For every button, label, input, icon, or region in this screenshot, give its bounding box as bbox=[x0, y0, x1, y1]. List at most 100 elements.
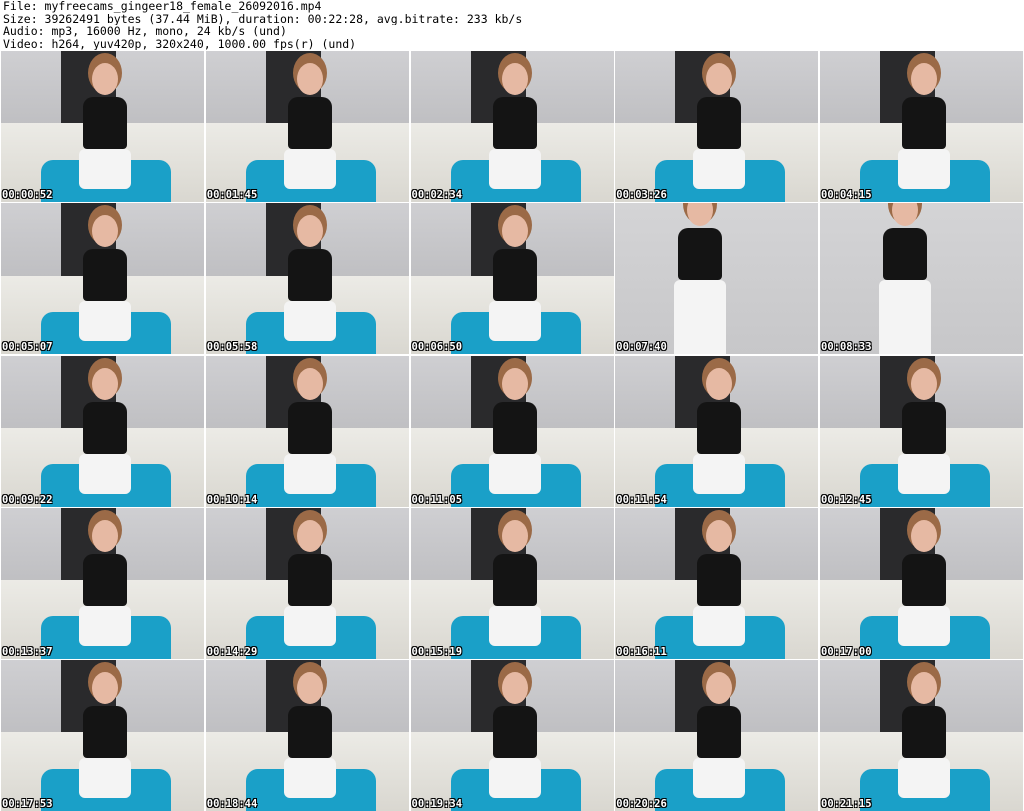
person-head bbox=[892, 203, 918, 227]
person-legs bbox=[79, 453, 131, 494]
person-legs bbox=[79, 758, 131, 799]
person-head bbox=[92, 519, 118, 552]
video-thumbnail: 00:15:19 bbox=[410, 507, 614, 659]
person-torso bbox=[83, 401, 127, 454]
person-head bbox=[92, 367, 118, 400]
person-torso bbox=[697, 401, 742, 454]
frame-person bbox=[283, 63, 336, 199]
person-head bbox=[296, 215, 323, 248]
frame-person bbox=[693, 672, 746, 808]
person-torso bbox=[287, 706, 332, 759]
thumbnail-timestamp: 00:02:34 bbox=[411, 189, 463, 201]
frame-person bbox=[693, 63, 746, 199]
person-torso bbox=[287, 553, 332, 606]
person-legs bbox=[488, 149, 541, 190]
person-torso bbox=[492, 401, 537, 454]
person-legs bbox=[79, 605, 131, 646]
person-legs bbox=[283, 758, 336, 799]
person-legs bbox=[693, 453, 746, 494]
person-legs bbox=[79, 149, 131, 190]
person-head bbox=[911, 63, 937, 96]
thumbnail-timestamp: 00:20:26 bbox=[616, 798, 667, 810]
thumbnail-timestamp: 00:04:15 bbox=[821, 189, 872, 201]
video-thumbnail: 00:05:58 bbox=[205, 203, 409, 355]
person-head bbox=[706, 367, 733, 400]
person-torso bbox=[83, 706, 127, 759]
video-thumbnail: 00:02:34 bbox=[410, 51, 614, 202]
thumbnail-timestamp: 00:03:26 bbox=[616, 189, 667, 201]
thumbnail-timestamp: 00:11:54 bbox=[616, 493, 667, 506]
person-head bbox=[687, 203, 714, 227]
person-legs bbox=[693, 149, 746, 190]
video-thumbnail: 00:04:15 bbox=[820, 51, 1023, 202]
person-legs bbox=[674, 280, 727, 355]
thumbnail-timestamp: 00:10:14 bbox=[206, 493, 258, 506]
person-head bbox=[911, 672, 937, 705]
thumbnail-timestamp: 00:08:33 bbox=[821, 341, 872, 354]
person-torso bbox=[287, 97, 332, 150]
thumbnail-timestamp: 00:12:45 bbox=[821, 493, 872, 506]
person-head bbox=[706, 672, 733, 705]
thumbnail-timestamp: 00:05:58 bbox=[206, 341, 258, 354]
thumbnail-timestamp: 00:11:05 bbox=[411, 493, 463, 506]
person-torso bbox=[492, 706, 537, 759]
frame-person bbox=[283, 672, 336, 808]
video-thumbnail: 00:13:37 bbox=[1, 507, 204, 659]
audio-line: Audio: mp3, 16000 Hz, mono, 24 kb/s (und… bbox=[3, 25, 287, 38]
thumbnail-timestamp: 00:07:40 bbox=[616, 341, 667, 354]
video-thumbnail: 00:11:54 bbox=[615, 355, 819, 507]
thumbnail-timestamp: 00:17:53 bbox=[2, 798, 53, 810]
video-thumbnail: 00:08:33 bbox=[820, 203, 1023, 355]
person-torso bbox=[883, 228, 927, 281]
person-legs bbox=[898, 758, 950, 799]
person-legs bbox=[488, 605, 541, 646]
thumbnail-timestamp: 00:09:22 bbox=[2, 493, 53, 506]
person-torso bbox=[83, 249, 127, 302]
person-head bbox=[92, 672, 118, 705]
person-legs bbox=[283, 301, 336, 342]
person-legs bbox=[488, 758, 541, 799]
video-thumbnail: 00:21:15 bbox=[820, 660, 1023, 811]
person-head bbox=[296, 63, 323, 96]
person-head bbox=[92, 63, 118, 96]
video-thumbnail: 00:20:26 bbox=[615, 660, 819, 811]
video-thumbnail: 00:17:53 bbox=[1, 660, 204, 811]
frame-person bbox=[488, 215, 541, 351]
size-line: Size: 39262491 bytes (37.44 MiB), durati… bbox=[3, 12, 523, 25]
frame-person bbox=[79, 519, 131, 656]
frame-person bbox=[693, 519, 746, 656]
video-thumbnail: 00:01:45 bbox=[205, 51, 409, 202]
person-torso bbox=[697, 553, 742, 606]
person-head bbox=[296, 672, 323, 705]
frame-person bbox=[488, 519, 541, 656]
video-thumbnail: 00:10:14 bbox=[205, 355, 409, 507]
frame-person bbox=[898, 367, 950, 504]
person-torso bbox=[902, 401, 946, 454]
frame-person bbox=[488, 672, 541, 808]
thumbnail-timestamp: 00:16:11 bbox=[616, 645, 667, 658]
video-thumbnail: 00:03:26 bbox=[615, 51, 819, 202]
person-legs bbox=[693, 605, 746, 646]
thumbnail-timestamp: 00:21:15 bbox=[821, 798, 872, 810]
thumbnail-timestamp: 00:13:37 bbox=[2, 645, 53, 658]
person-legs bbox=[79, 301, 131, 342]
thumbnail-timestamp: 00:15:19 bbox=[411, 645, 463, 658]
person-legs bbox=[898, 605, 950, 646]
person-legs bbox=[488, 301, 541, 342]
thumbnail-timestamp: 00:06:50 bbox=[411, 341, 463, 354]
frame-person bbox=[898, 63, 950, 199]
video-thumbnail: 00:05:07 bbox=[1, 203, 204, 355]
frame-person bbox=[898, 672, 950, 808]
video-thumbnail: 00:17:00 bbox=[820, 507, 1023, 659]
thumbnail-timestamp: 00:19:34 bbox=[411, 798, 463, 810]
person-torso bbox=[492, 97, 537, 150]
person-legs bbox=[488, 453, 541, 494]
person-torso bbox=[902, 97, 946, 150]
thumbnail-timestamp: 00:00:52 bbox=[2, 189, 53, 201]
frame-person bbox=[693, 367, 746, 504]
thumbnail-timestamp: 00:01:45 bbox=[206, 189, 258, 201]
person-legs bbox=[283, 453, 336, 494]
file-name-line: File: myfreecams_gingeer18_female_260920… bbox=[3, 0, 322, 13]
person-head bbox=[501, 519, 528, 552]
person-head bbox=[911, 519, 937, 552]
